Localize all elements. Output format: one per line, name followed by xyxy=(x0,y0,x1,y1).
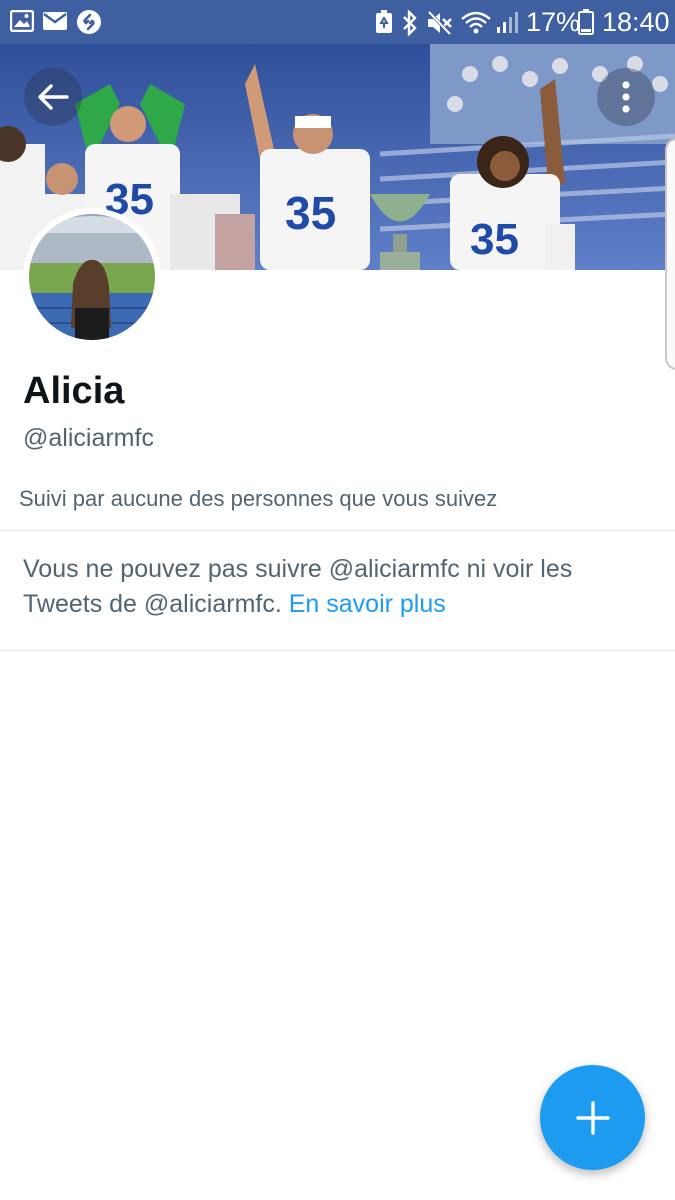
battery-icon xyxy=(578,9,594,35)
signal-icon xyxy=(497,12,518,33)
divider xyxy=(0,650,675,651)
more-options-button[interactable] xyxy=(597,68,655,126)
learn-more-link[interactable]: En savoir plus xyxy=(289,590,446,618)
compose-tweet-button[interactable] xyxy=(540,1065,645,1170)
svg-text:35: 35 xyxy=(285,187,336,239)
wifi-icon xyxy=(461,11,491,34)
bluetooth-icon xyxy=(403,10,417,36)
followed-by-text: Suivi par aucune des personnes que vous … xyxy=(19,486,498,511)
blocked-notice: Vous ne pouvez pas suivre @aliciarmfc ni… xyxy=(23,552,643,622)
battery-percentage: 17% xyxy=(526,7,581,37)
more-vertical-icon xyxy=(622,81,630,113)
status-bar: 17% 18:40 xyxy=(0,0,675,44)
battery-saver-icon xyxy=(376,10,392,33)
svg-text:35: 35 xyxy=(470,215,519,264)
mail-icon xyxy=(43,12,67,30)
clock: 18:40 xyxy=(602,7,670,37)
shazam-icon xyxy=(77,10,101,34)
mute-icon xyxy=(427,10,452,36)
arrow-left-icon xyxy=(38,84,69,110)
divider xyxy=(0,530,675,531)
edge-panel-handle[interactable] xyxy=(665,138,675,370)
gallery-icon xyxy=(10,10,34,32)
profile-name: Alicia xyxy=(23,370,125,412)
plus-icon xyxy=(575,1100,610,1135)
back-button[interactable] xyxy=(24,68,82,126)
avatar[interactable] xyxy=(23,208,161,346)
profile-handle: @aliciarmfc xyxy=(23,424,154,452)
